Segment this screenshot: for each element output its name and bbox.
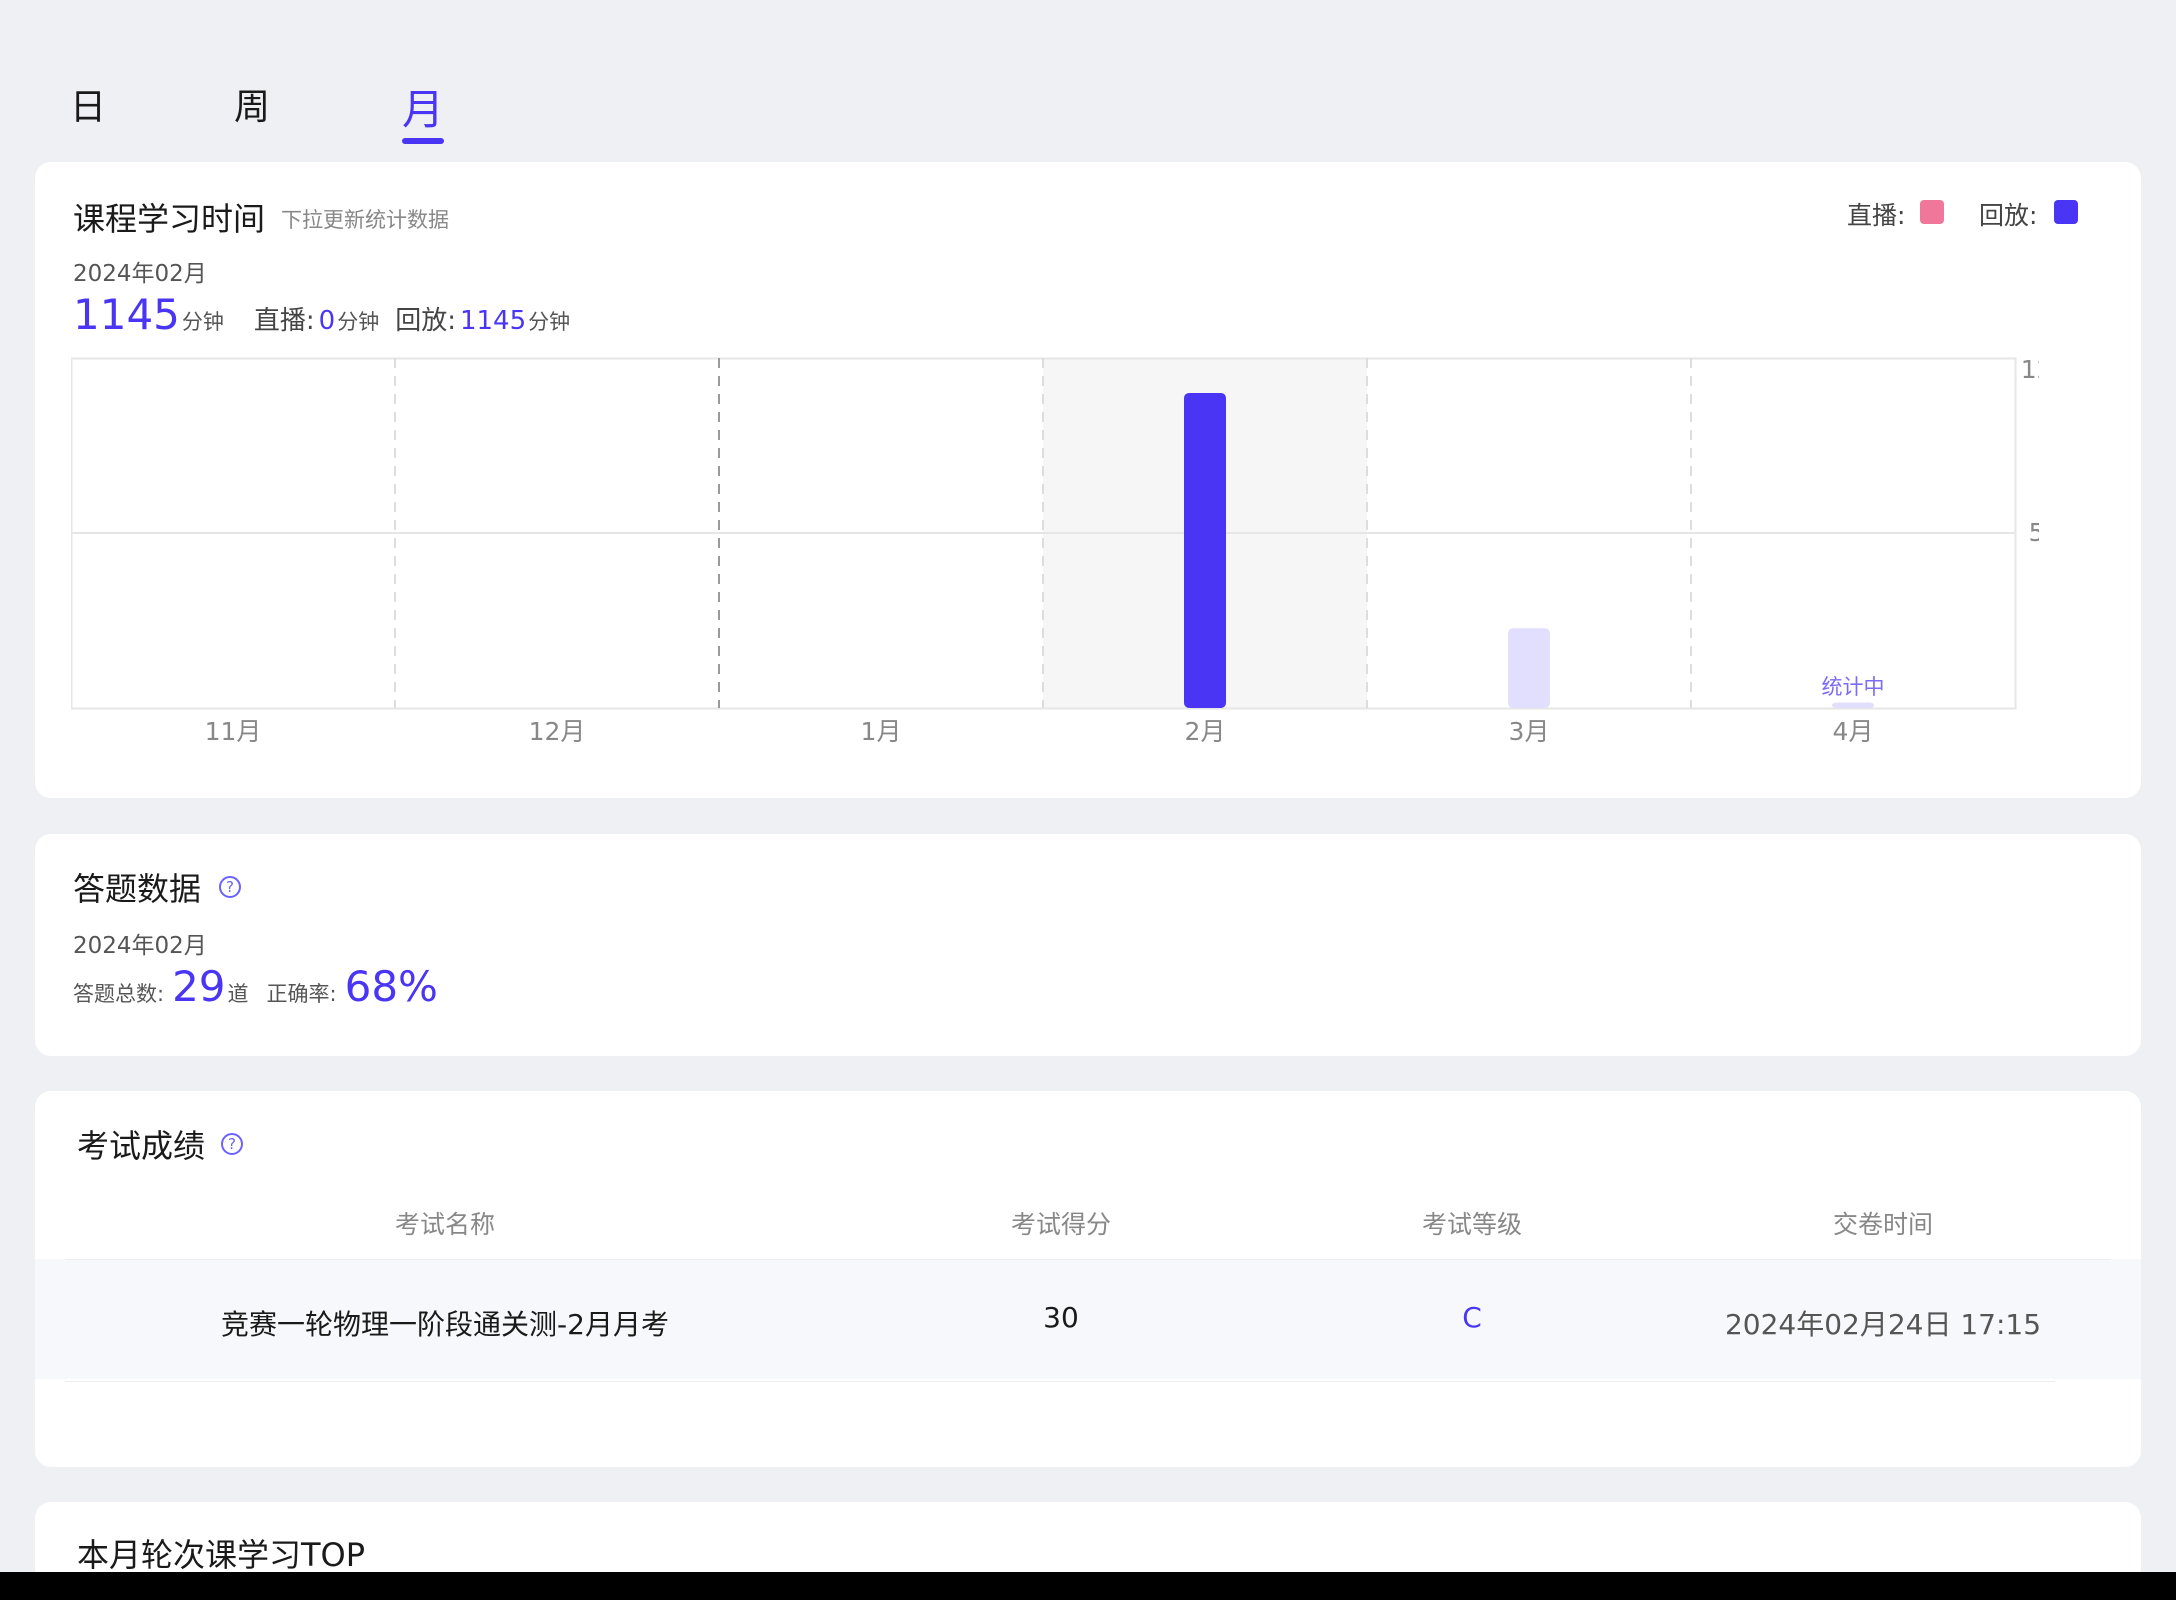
legend-replay-label: 回放: <box>1979 201 2038 230</box>
live-unit: 分钟 <box>337 310 380 334</box>
bar-2月 <box>1184 392 1226 708</box>
study-time-chart: 统计中11月12月1月2月3月4月1272分572分0分 <box>71 357 2039 757</box>
x-tick-label: 11月 <box>205 717 262 746</box>
exam-results-card: 考试成绩 ? 考试名称 考试得分 考试等级 交卷时间 竞赛一轮物理一阶段通关测-… <box>35 1091 2141 1467</box>
x-tick-label: 3月 <box>1509 717 1550 746</box>
answer-data-title: 答题数据 <box>73 870 202 908</box>
bar-annotation: 统计中 <box>1822 675 1885 699</box>
y-tick-label: 572分 <box>2029 518 2039 547</box>
x-tick-label: 4月 <box>1833 717 1874 746</box>
tab-day[interactable]: 日 <box>70 78 106 130</box>
x-tick-label: 2月 <box>1185 717 1226 746</box>
legend-live-label: 直播: <box>1847 201 1906 230</box>
x-tick-label: 12月 <box>529 717 586 746</box>
exam-results-title: 考试成绩 <box>77 1127 206 1165</box>
replay-unit: 分钟 <box>528 310 571 334</box>
course-time-title: 课程学习时间 <box>73 200 266 238</box>
x-tick-label: 1月 <box>861 717 902 746</box>
bar-4月 <box>1832 702 1874 708</box>
answer-total-unit: 道 <box>227 982 249 1006</box>
period-tabs: 日 周 月 <box>0 0 2176 160</box>
total-minutes-value: 1145 <box>73 290 180 339</box>
live-label: 直播: <box>253 306 315 336</box>
total-minutes-unit: 分钟 <box>181 310 224 334</box>
exam-help-icon[interactable]: ? <box>221 1133 243 1155</box>
bar-3月 <box>1508 628 1550 708</box>
live-value: 0 <box>318 306 336 336</box>
bottom-bar <box>0 1572 2176 1600</box>
col-submit-time: 交卷时间 <box>1832 1210 1933 1239</box>
row-divider-bottom <box>65 1381 2055 1382</box>
col-exam-grade: 考试等级 <box>1421 1210 1522 1239</box>
answer-total-value: 29 <box>172 962 226 1011</box>
exam-submit-time-cell: 2024年02月24日 17:15 <box>1724 1308 2042 1341</box>
tab-week[interactable]: 周 <box>234 78 270 130</box>
accuracy-value: 68% <box>344 962 438 1011</box>
row-divider-top <box>65 1259 2111 1260</box>
answer-summary: 答题总数: 29 道 正确率: 68% <box>73 962 438 1011</box>
y-tick-label: 1272分 <box>2021 357 2039 384</box>
col-exam-name: 考试名称 <box>394 1210 495 1239</box>
legend-live-swatch <box>1920 200 1944 224</box>
accuracy-label: 正确率: <box>266 982 337 1006</box>
course-time-card: 课程学习时间 下拉更新统计数据 直播: 回放: 2024年02月 1145 分钟… <box>35 162 2141 798</box>
top-study-title: 本月轮次课学习TOP <box>77 1536 366 1574</box>
answer-total-label: 答题总数: <box>73 982 165 1006</box>
replay-value: 1145 <box>459 306 527 336</box>
answer-data-card: 答题数据 ? 2024年02月 答题总数: 29 道 正确率: 68% <box>35 834 2141 1056</box>
course-summary: 1145 分钟 直播: 0 分钟 回放: 1145 分钟 <box>73 290 570 339</box>
answer-help-icon[interactable]: ? <box>219 876 241 898</box>
tab-active-indicator <box>402 138 444 144</box>
refresh-hint: 下拉更新统计数据 <box>281 208 449 232</box>
answer-period: 2024年02月 <box>73 933 207 959</box>
col-exam-score: 考试得分 <box>1010 1210 1111 1239</box>
tab-month[interactable]: 月 <box>402 76 444 137</box>
course-period: 2024年02月 <box>73 261 207 287</box>
study-time-chart-svg: 统计中11月12月1月2月3月4月1272分572分0分 <box>71 357 2039 746</box>
exam-name-cell: 竞赛一轮物理一阶段通关测-2月月考 <box>221 1308 669 1341</box>
replay-label: 回放: <box>395 306 456 336</box>
legend-replay-swatch <box>2054 200 2078 224</box>
